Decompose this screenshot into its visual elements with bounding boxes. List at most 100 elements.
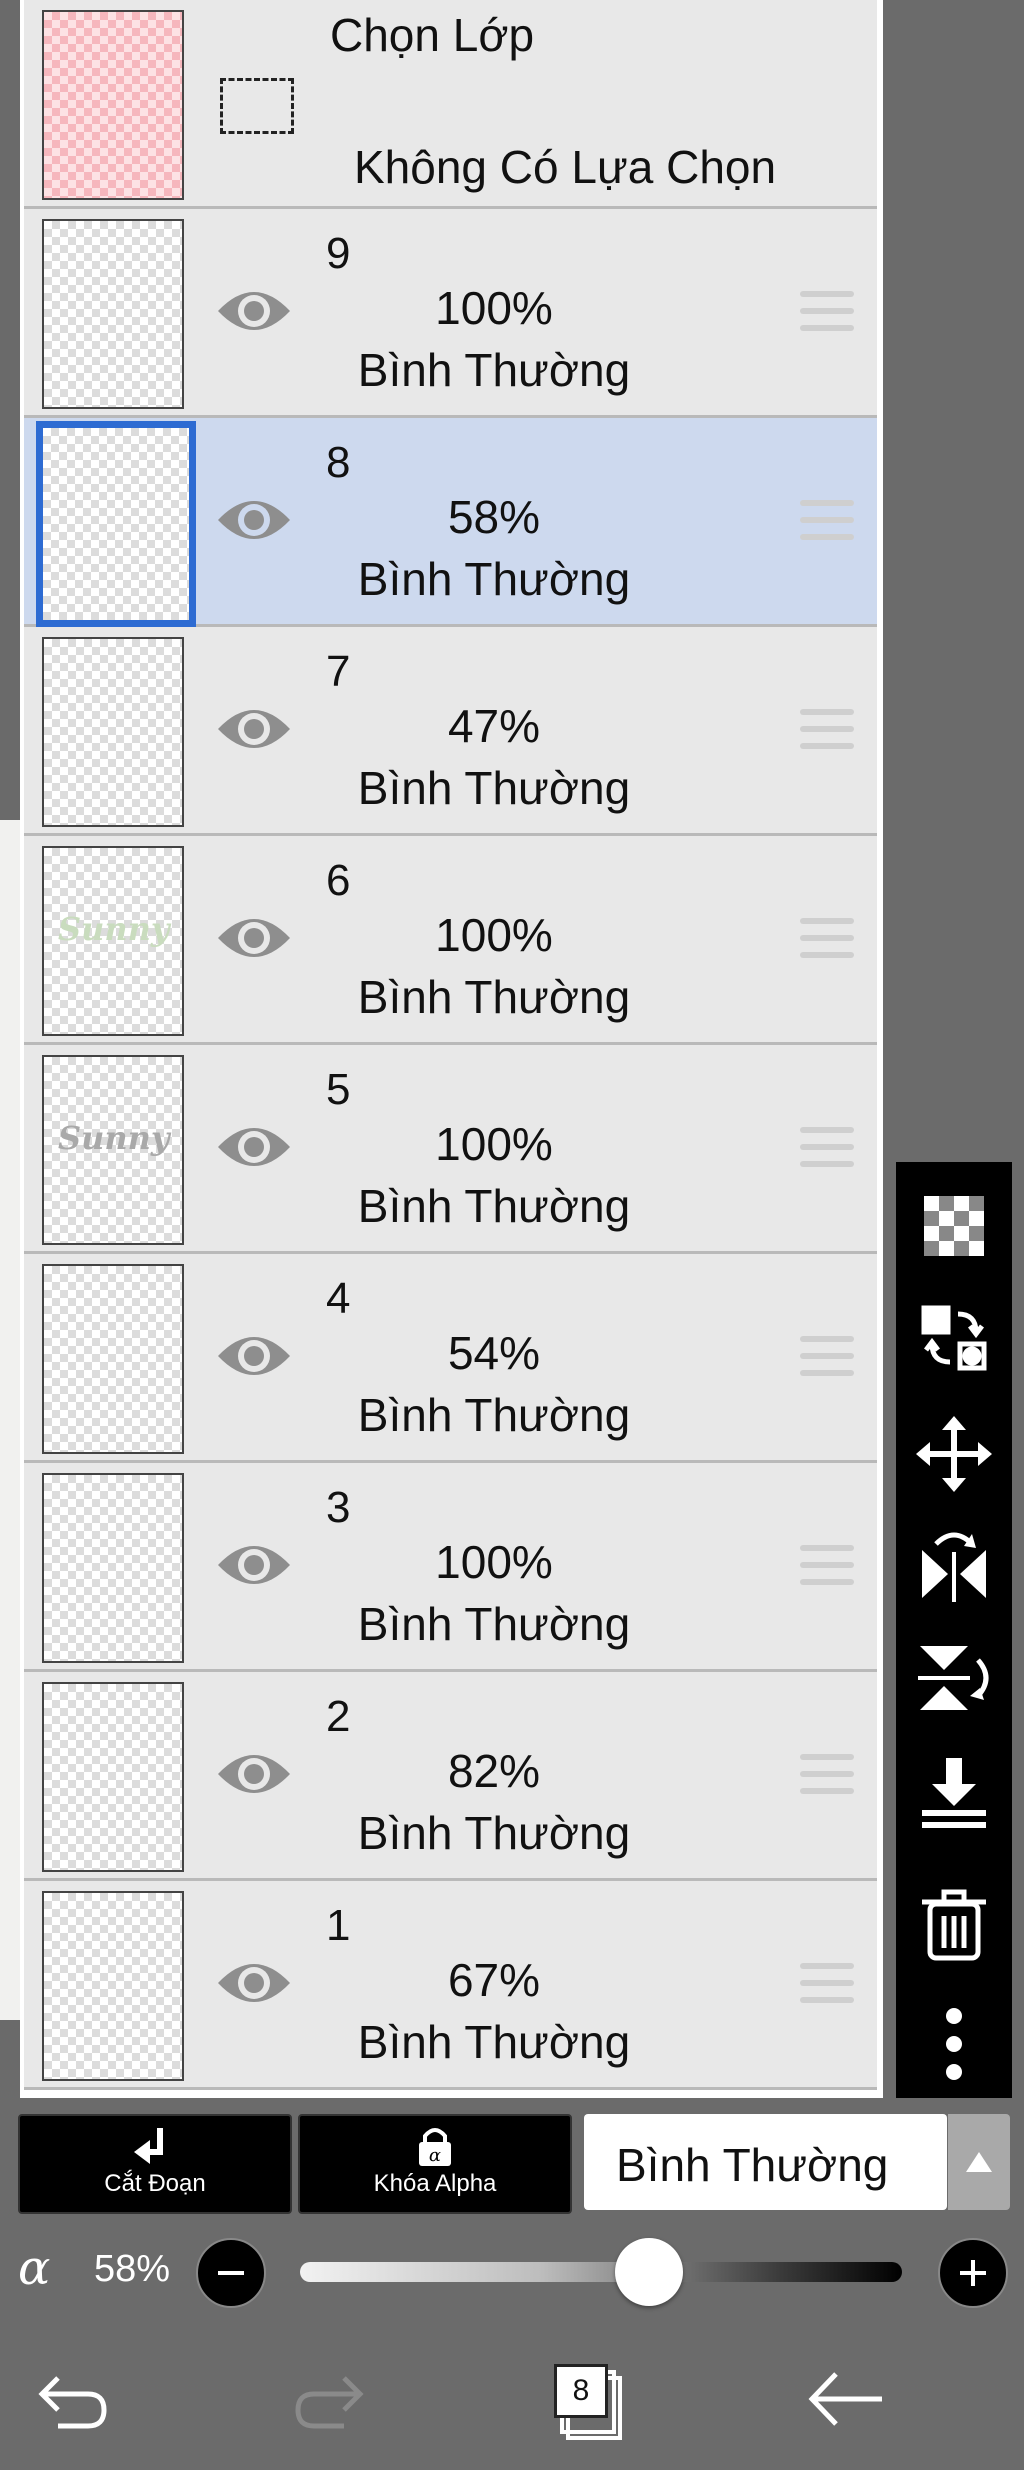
layer-thumbnail[interactable] xyxy=(42,637,184,827)
move-icon[interactable] xyxy=(914,1414,994,1494)
opacity-increase-button[interactable] xyxy=(938,2238,1008,2308)
layer-number: 4 xyxy=(326,1274,351,1323)
layer-thumbnail[interactable] xyxy=(42,1264,184,1454)
alpha-lock-button[interactable]: α Khóa Alpha xyxy=(298,2114,572,2214)
layer-opacity: 100% xyxy=(435,1118,553,1170)
layer-count-badge: 8 xyxy=(554,2364,608,2418)
back-button[interactable] xyxy=(800,2354,890,2444)
alpha-symbol: α xyxy=(18,2240,51,2296)
selection-layer-subtitle: Không Có Lựa Chọn xyxy=(354,141,777,193)
visibility-eye-icon[interactable] xyxy=(216,1744,292,1804)
opacity-row: α 58% xyxy=(0,2228,1024,2318)
layer-number: 1 xyxy=(326,1901,351,1950)
layer-number: 6 xyxy=(326,856,351,905)
layer-opacity: 67% xyxy=(447,1954,541,2006)
layer-row[interactable]: 7 47% Bình Thường xyxy=(24,627,877,836)
drag-handle-icon[interactable] xyxy=(800,500,854,540)
layer-blend-mode: Bình Thường xyxy=(357,1598,631,1650)
blend-mode-select[interactable]: Bình Thường xyxy=(584,2114,947,2210)
drag-handle-icon[interactable] xyxy=(800,1963,854,2003)
layer-row[interactable]: Sunny 5 100% Bình Thường xyxy=(24,1045,877,1254)
visibility-eye-icon[interactable] xyxy=(216,1953,292,2013)
layer-opacity: 54% xyxy=(447,1327,541,1379)
more-icon[interactable] xyxy=(914,2004,994,2084)
layer-thumbnail[interactable] xyxy=(36,421,196,627)
visibility-eye-icon[interactable] xyxy=(216,1535,292,1595)
drag-handle-icon[interactable] xyxy=(800,1754,854,1794)
layer-panel: Chọn Lớp Không Có Lựa Chọn 9 100% Bình Thư… xyxy=(20,0,883,2098)
undo-button[interactable] xyxy=(28,2354,118,2444)
swap-layer-icon[interactable] xyxy=(914,1298,994,1378)
layer-thumbnail[interactable] xyxy=(42,1473,184,1663)
drag-handle-icon[interactable] xyxy=(800,1545,854,1585)
visibility-eye-icon[interactable] xyxy=(216,490,292,550)
layer-row[interactable]: 8 58% Bình Thường xyxy=(24,418,877,627)
bottom-navbar: 8 xyxy=(0,2318,1024,2470)
flip-vertical-icon[interactable] xyxy=(914,1638,994,1718)
layer-thumbnail[interactable] xyxy=(42,1682,184,1872)
layer-opacity: 100% xyxy=(435,282,553,334)
selection-rect-icon xyxy=(220,78,294,134)
visibility-eye-icon[interactable] xyxy=(216,908,292,968)
drag-handle-icon[interactable] xyxy=(800,918,854,958)
layers-button[interactable]: 8 xyxy=(540,2354,622,2444)
layer-blend-mode: Bình Thường xyxy=(357,762,631,814)
layer-number: 5 xyxy=(326,1065,351,1114)
layer-row[interactable]: 3 100% Bình Thường xyxy=(24,1463,877,1672)
undo-icon xyxy=(38,2376,107,2429)
opacity-decrease-button[interactable] xyxy=(196,2238,266,2308)
layer-blend-mode: Bình Thường xyxy=(357,1180,631,1232)
selection-layer-title: Chọn Lớp xyxy=(330,9,535,61)
layer-thumbnail[interactable]: Sunny xyxy=(42,846,184,1036)
canvas-area xyxy=(0,820,20,2020)
redo-button[interactable] xyxy=(284,2354,374,2444)
opacity-slider-knob[interactable] xyxy=(615,2238,684,2306)
layer-thumbnail[interactable] xyxy=(42,1891,184,2081)
layer-number: 8 xyxy=(326,438,351,487)
opacity-slider[interactable] xyxy=(300,2262,902,2282)
clip-label: Cắt Đoạn xyxy=(104,2170,206,2197)
minus-icon xyxy=(218,2271,244,2275)
layer-number: 7 xyxy=(326,647,351,696)
layer-controls: Cắt Đoạn α Khóa Alpha Bình Thường α 58% xyxy=(0,2098,1024,2318)
layer-opacity: 47% xyxy=(447,700,541,752)
layer-opacity: 100% xyxy=(435,909,553,961)
layer-row[interactable]: 9 100% Bình Thường xyxy=(24,209,877,418)
selection-layer-row[interactable]: Chọn Lớp Không Có Lựa Chọn xyxy=(24,0,877,209)
layer-opacity: 82% xyxy=(447,1745,541,1797)
trash-icon[interactable] xyxy=(914,1884,994,1964)
layer-opacity: 100% xyxy=(435,1536,553,1588)
layer-blend-mode: Bình Thường xyxy=(357,1389,631,1441)
layer-row[interactable]: 2 82% Bình Thường xyxy=(24,1672,877,1881)
clip-button[interactable]: Cắt Đoạn xyxy=(18,2114,292,2214)
drag-handle-icon[interactable] xyxy=(800,291,854,331)
layer-row[interactable]: 1 67% Bình Thường xyxy=(24,1881,877,2090)
layer-number: 9 xyxy=(326,229,351,278)
layer-thumbnail[interactable] xyxy=(42,219,184,409)
drag-handle-icon[interactable] xyxy=(800,1336,854,1376)
layer-blend-mode: Bình Thường xyxy=(357,344,631,396)
plus-icon xyxy=(960,2260,986,2286)
flip-horizontal-icon[interactable] xyxy=(914,1526,994,1606)
layer-row[interactable]: Sunny 6 100% Bình Thường xyxy=(24,836,877,1045)
layer-blend-mode: Bình Thường xyxy=(357,2016,631,2068)
blend-mode-dropdown-button[interactable] xyxy=(948,2114,1010,2210)
layer-thumbnail-text: Sunny xyxy=(58,910,170,948)
visibility-eye-icon[interactable] xyxy=(216,1117,292,1177)
layer-thumbnail[interactable]: Sunny xyxy=(42,1055,184,1245)
visibility-eye-icon[interactable] xyxy=(216,281,292,341)
merge-down-icon[interactable] xyxy=(914,1752,994,1832)
checkerboard-icon[interactable] xyxy=(914,1186,994,1266)
layer-opacity: 58% xyxy=(447,491,541,543)
selection-layer-thumbnail[interactable] xyxy=(42,10,184,200)
blend-mode-value: Bình Thường xyxy=(616,2139,889,2191)
drag-handle-icon[interactable] xyxy=(800,709,854,749)
svg-text:α: α xyxy=(429,2145,441,2166)
back-arrow-icon xyxy=(808,2372,882,2426)
redo-icon xyxy=(295,2376,364,2429)
drag-handle-icon[interactable] xyxy=(800,1127,854,1167)
visibility-eye-icon[interactable] xyxy=(216,699,292,759)
visibility-eye-icon[interactable] xyxy=(216,1326,292,1386)
layer-row[interactable]: 4 54% Bình Thường xyxy=(24,1254,877,1463)
layer-blend-mode: Bình Thường xyxy=(357,971,631,1023)
